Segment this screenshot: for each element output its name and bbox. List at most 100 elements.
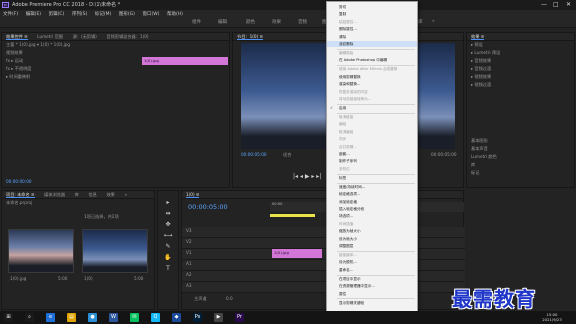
- effect-time-remap[interactable]: ▸ 时间重映射: [2, 73, 229, 81]
- section-essential-sound[interactable]: 基本声音: [467, 145, 574, 153]
- context-menu-item[interactable]: ✓ 启用: [327, 105, 417, 111]
- context-menu-item[interactable]: 在项目中显示: [327, 276, 417, 282]
- section-markers[interactable]: 标记: [467, 169, 574, 177]
- taskbar-app-icon[interactable]: Ps: [193, 313, 202, 322]
- taskbar-app-icon[interactable]: ▶: [214, 313, 223, 322]
- tab-effects[interactable]: 效果 ≡: [471, 34, 485, 40]
- maximize-button[interactable]: □: [553, 0, 559, 10]
- context-menu-item[interactable]: 设为帧大小: [327, 236, 417, 242]
- clip-selector[interactable]: 主要 * 1(0).jpg ▾ 1(0) * 1(0).jpg: [2, 41, 229, 49]
- context-menu-item[interactable]: 标签: [327, 175, 417, 181]
- menu-graphics[interactable]: 图形(G): [119, 12, 135, 17]
- close-button[interactable]: ✕: [566, 0, 571, 10]
- context-menu-item[interactable]: 在资源管理器中显示...: [327, 283, 417, 289]
- menu-file[interactable]: 文件(F): [3, 12, 18, 17]
- context-menu-item[interactable]: 属性: [327, 291, 417, 297]
- effects-video[interactable]: ▸ 视频效果: [467, 73, 574, 81]
- effect-controls-timecode[interactable]: 00:00:00:00: [2, 178, 32, 186]
- context-menu-item[interactable]: 显示剪辑关键帧: [327, 300, 417, 306]
- fit-dropdown[interactable]: 适合: [279, 151, 291, 159]
- taskbar-app-icon[interactable]: ⌕: [25, 313, 34, 322]
- taskbar-app-icon[interactable]: ●: [88, 313, 97, 322]
- tool-icons[interactable]: ▸ ⇹ ✥ ⟷ ✎ ✋ T: [158, 191, 178, 274]
- workspace-tab-libraries[interactable]: 库: [418, 19, 423, 25]
- taskbar-app-icon[interactable]: W: [109, 313, 118, 322]
- tab-info[interactable]: 信息: [88, 192, 96, 197]
- context-menu-item[interactable]: 帧定格选项...: [327, 191, 417, 197]
- taskbar-app-icon[interactable]: ▤: [67, 313, 76, 322]
- taskbar-app-icon[interactable]: Pr: [235, 313, 244, 322]
- effects-preset[interactable]: ▸ 预设: [467, 41, 574, 49]
- effects-lumetri-presets[interactable]: ▸ Lumetri 预设: [467, 49, 574, 57]
- context-menu-item[interactable]: 添加帧定格: [327, 199, 417, 205]
- section-lumetri-color[interactable]: Lumetri 颜色: [467, 153, 574, 161]
- menu-edit[interactable]: 编辑(E): [26, 12, 41, 17]
- context-menu-item[interactable]: 删除属性...: [327, 26, 417, 32]
- playback-controls[interactable]: |◂ ◂ ▶ ▸ ▸|: [293, 173, 321, 180]
- project-item-thumbnail[interactable]: [8, 229, 74, 273]
- tab-media-browser[interactable]: 媒体浏览器: [44, 192, 65, 197]
- workspace-more-icon[interactable]: »: [432, 19, 435, 24]
- tab-sequence[interactable]: 1(0) ≡: [186, 192, 200, 198]
- tab-effect-controls[interactable]: 效果控件 ≡: [6, 34, 28, 40]
- taskbar-app-icon[interactable]: ⊞: [4, 313, 13, 322]
- context-menu-item[interactable]: 调整图层: [327, 243, 417, 249]
- menu-window[interactable]: 窗口(W): [142, 12, 159, 17]
- tab-project[interactable]: 项目: 未命名 ≡: [6, 192, 35, 198]
- tab-libraries[interactable]: 库: [75, 192, 79, 197]
- context-menu-item[interactable]: 制作子序列: [327, 158, 417, 164]
- effect-opacity[interactable]: fx ▸ 不透明度: [2, 65, 229, 73]
- workspace-tab-effects[interactable]: 效果: [272, 19, 281, 25]
- timeline-clip[interactable]: 1(0).jpg: [272, 249, 322, 258]
- tab-source[interactable]: 源：(无剪辑): [73, 34, 97, 39]
- clock[interactable]: 15:00 2021/9/23: [530, 312, 574, 322]
- master-track-value[interactable]: 0.0: [222, 295, 233, 303]
- workspace-tab-assembly[interactable]: 组件: [192, 19, 201, 25]
- menu-marker[interactable]: 标记(M): [95, 12, 111, 17]
- workspace-tab-color[interactable]: 颜色: [246, 19, 255, 25]
- taskbar-app-icon[interactable]: ◆: [172, 313, 181, 322]
- tab-effects-small[interactable]: 效果: [106, 192, 114, 197]
- context-menu-item[interactable]: 复制: [327, 11, 417, 17]
- taskbar-app-icon[interactable]: ✉: [130, 313, 139, 322]
- timeline-timecode[interactable]: 00:00:05:00: [188, 203, 228, 211]
- menu-help[interactable]: 帮助(H): [167, 12, 183, 17]
- menu-clip[interactable]: 剪辑(C): [49, 12, 65, 17]
- project-item-name[interactable]: 1(0).jpg: [6, 275, 26, 283]
- context-menu-item[interactable]: 嵌套...: [327, 151, 417, 157]
- minimize-button[interactable]: —: [541, 0, 547, 10]
- workspace-tab-audio[interactable]: 音频: [298, 19, 307, 25]
- effects-video-transitions[interactable]: ▸ 视频过渡: [467, 81, 574, 89]
- mini-timeline-clip[interactable]: 1(0).jpg: [142, 57, 228, 65]
- context-menu-item[interactable]: 使用剪辑替换: [327, 74, 417, 80]
- taskbar-app-icon[interactable]: e: [46, 313, 55, 322]
- project-sequence-name[interactable]: 1(0): [80, 275, 93, 283]
- tabs-more-icon[interactable]: »: [124, 192, 127, 197]
- context-menu-item[interactable]: 渲染和替换...: [327, 81, 417, 87]
- effect-controls-tabs: 效果控件 ≡ Lumetri 范围 源：(无剪辑) 音频剪辑混合器：1(0): [2, 33, 229, 41]
- section-essential-graphics[interactable]: 基本图形: [467, 137, 574, 145]
- context-menu-item[interactable]: 重命名...: [327, 267, 417, 273]
- context-menu-item[interactable]: 清除: [327, 34, 417, 40]
- work-area-bar[interactable]: [270, 214, 315, 217]
- taskbar-app-icon[interactable]: Q: [151, 313, 160, 322]
- program-timecode[interactable]: 00:00:05:00: [237, 151, 267, 159]
- context-menu-item[interactable]: 波纹删除: [327, 41, 417, 47]
- context-menu-item[interactable]: 缩放为帧大小: [327, 228, 417, 234]
- context-menu-item[interactable]: 设为脱机...: [327, 259, 417, 265]
- context-menu-item[interactable]: 剪切: [327, 4, 417, 10]
- effects-audio[interactable]: ▸ 音频效果: [467, 57, 574, 65]
- effects-audio-transitions[interactable]: ▸ 音频过渡: [467, 65, 574, 73]
- menu-sequence[interactable]: 序列(S): [72, 12, 87, 17]
- tab-program[interactable]: 节目：1(0) ≡: [237, 34, 263, 40]
- tab-lumetri-scopes[interactable]: Lumetri 范围: [37, 34, 63, 39]
- workspace-tab-editing[interactable]: 编辑: [218, 19, 227, 25]
- context-menu-item[interactable]: 插入帧定格分段: [327, 206, 417, 212]
- tab-audio-clip-mixer[interactable]: 音频剪辑混合器：1(0): [106, 34, 148, 39]
- project-search-input[interactable]: [2, 207, 154, 215]
- section-libraries[interactable]: 库: [467, 161, 574, 169]
- context-menu-item[interactable]: 速度/持续时间...: [327, 184, 417, 190]
- context-menu-item[interactable]: 在 Adobe Photoshop 中编辑: [327, 57, 417, 63]
- project-sequence-thumbnail[interactable]: [82, 229, 148, 273]
- context-menu-item[interactable]: 场选项...: [327, 213, 417, 219]
